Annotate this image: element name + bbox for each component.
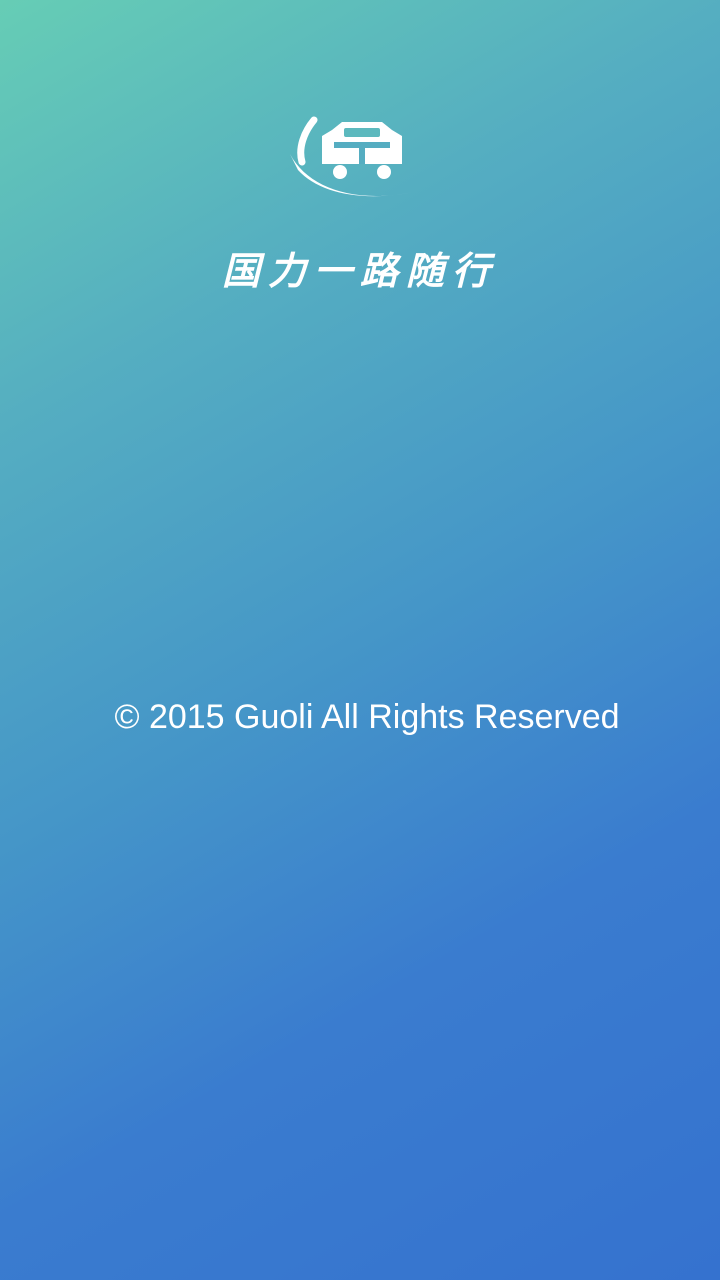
copyright-text: © 2015 Guoli All Rights Reserved — [114, 698, 620, 736]
splash-screen: 国力一路随行 © 2015 Guoli All Rights Reserved — [0, 0, 720, 1280]
slogan-text: 国力一路随行 — [221, 248, 498, 293]
car-wave-logo-icon — [290, 116, 414, 197]
